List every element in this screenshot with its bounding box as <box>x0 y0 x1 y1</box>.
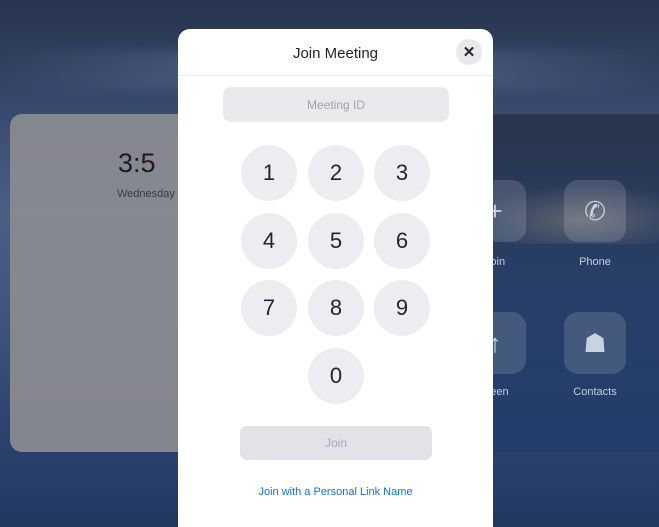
phone-tile-label: Phone <box>579 256 611 268</box>
keypad-key-7[interactable]: 7 <box>241 280 297 336</box>
keypad-key-9[interactable]: 9 <box>374 280 430 336</box>
contacts-icon: ☗ <box>583 327 607 358</box>
join-meeting-dialog: Join Meeting ✕ 1 2 3 4 5 6 7 8 9 0 Join … <box>178 29 493 527</box>
clock-day: Wednesday <box>117 188 175 200</box>
join-button[interactable]: Join <box>240 426 432 460</box>
close-button[interactable]: ✕ <box>456 39 482 65</box>
contacts-tile-label: Contacts <box>573 386 617 398</box>
keypad-key-0[interactable]: 0 <box>308 348 364 404</box>
home-actions-panel: + Join ✆ Phone ↑ Share Screen ☗ Contacts <box>470 114 659 452</box>
contacts-tile[interactable]: ☗ <box>564 312 626 374</box>
dialog-header: Join Meeting ✕ <box>178 29 493 76</box>
keypad-key-3[interactable]: 3 <box>374 145 430 201</box>
keypad-key-1[interactable]: 1 <box>241 145 297 201</box>
keypad-key-4[interactable]: 4 <box>241 213 297 269</box>
keypad-key-8[interactable]: 8 <box>308 280 364 336</box>
keypad-key-2[interactable]: 2 <box>308 145 364 201</box>
close-icon: ✕ <box>462 44 476 61</box>
dialog-title: Join Meeting <box>292 45 379 62</box>
keypad-key-5[interactable]: 5 <box>308 213 364 269</box>
phone-tile[interactable]: ✆ <box>564 180 626 242</box>
phone-icon: ✆ <box>584 195 606 226</box>
keypad-key-6[interactable]: 6 <box>374 213 430 269</box>
personal-link-name-link[interactable]: Join with a Personal Link Name <box>178 486 493 498</box>
meeting-id-input[interactable] <box>223 87 449 122</box>
clock-time: 3:5 <box>118 148 156 178</box>
